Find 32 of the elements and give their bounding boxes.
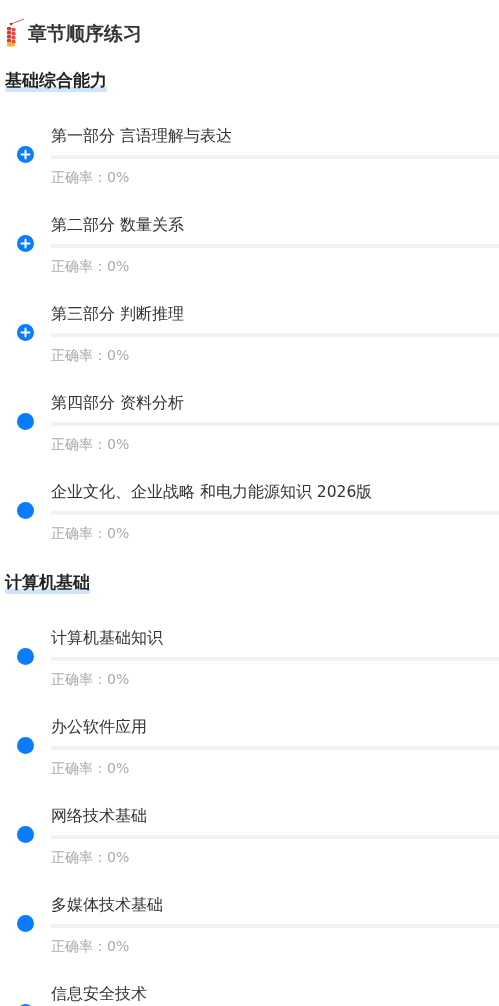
section-title: 计算机基础 <box>5 570 90 594</box>
accuracy-text: 正确率：0% <box>51 346 131 365</box>
accuracy-text: 正确率：0% <box>51 759 131 778</box>
chapter-title[interactable]: 多媒体技术基础 <box>51 894 499 916</box>
plus-circle-icon[interactable] <box>17 235 34 252</box>
chapter-title[interactable]: 第四部分 资料分析 <box>51 392 499 414</box>
chapter-title[interactable]: 第二部分 数量关系 <box>51 214 499 236</box>
accuracy-text: 正确率：0% <box>51 524 131 543</box>
accuracy-text: 正确率：0% <box>51 435 131 454</box>
plus-circle-icon[interactable] <box>17 146 34 163</box>
chapter-title[interactable]: 企业文化、企业战略 和电力能源知识 2026版 <box>51 481 499 503</box>
dot-icon <box>17 648 34 665</box>
chapter-title[interactable]: 信息安全技术 <box>51 983 499 1005</box>
chapter-title[interactable]: 办公软件应用 <box>51 716 499 738</box>
page-title: 章节顺序练习 <box>28 21 142 46</box>
dot-icon <box>17 737 34 754</box>
accuracy-text: 正确率：0% <box>51 670 131 689</box>
accuracy-text: 正确率：0% <box>51 848 131 867</box>
dot-icon <box>17 502 34 519</box>
chapter-title[interactable]: 计算机基础知识 <box>51 627 499 649</box>
dot-icon <box>17 915 34 932</box>
accuracy-text: 正确率：0% <box>51 257 131 276</box>
accuracy-text: 正确率：0% <box>51 937 131 956</box>
dot-icon <box>17 826 34 843</box>
chapter-title[interactable]: 第一部分 言语理解与表达 <box>51 125 499 147</box>
firecracker-icon <box>4 18 26 48</box>
chapter-title[interactable]: 网络技术基础 <box>51 805 499 827</box>
chapter-title[interactable]: 第三部分 判断推理 <box>51 303 499 325</box>
plus-circle-icon[interactable] <box>17 324 34 341</box>
section-title: 基础综合能力 <box>5 68 107 92</box>
accuracy-text: 正确率：0% <box>51 168 131 187</box>
dot-icon <box>17 413 34 430</box>
